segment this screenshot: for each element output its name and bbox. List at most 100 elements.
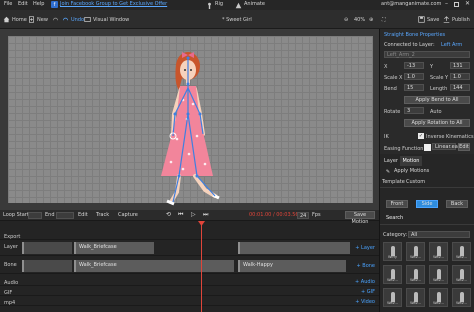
motion-thumbnail[interactable]: Wav... [406, 265, 425, 284]
document-title: * Sweet Girl [222, 14, 252, 25]
redo-button[interactable] [52, 14, 59, 25]
ik-checkbox[interactable]: ✓ [418, 133, 424, 139]
undo-button[interactable]: Undo [62, 14, 84, 25]
promo-link[interactable]: Join Facebook Group to Get Exclusive Off… [60, 2, 167, 7]
zoom-in-button[interactable]: ⊕ [369, 14, 373, 25]
add-track-button[interactable]: + Video [355, 299, 375, 305]
scale-x-field[interactable]: 1.0 [404, 73, 424, 80]
motion-thumbnail[interactable]: Wiffy [383, 242, 402, 261]
track-row-layer[interactable]: Layer + Layer Walk_Briefcase [0, 240, 379, 256]
motion-thumbnail[interactable]: Wav... [406, 242, 425, 261]
tab-motion[interactable]: Motion [400, 156, 422, 166]
add-track-button[interactable]: + Audio [355, 279, 375, 285]
prev-frame-icon[interactable]: ⏮ [178, 212, 183, 218]
motion-clip[interactable]: Walk_Briefcase [74, 242, 154, 254]
fps-field[interactable]: 24 [297, 212, 309, 219]
track-row-mp4[interactable]: mp4 + Video [0, 296, 379, 306]
custom-tab[interactable]: Custom [406, 180, 425, 185]
track-row-export[interactable]: Export [0, 230, 379, 240]
motion-thumbnail[interactable]: Wav... [429, 288, 448, 307]
apply-motions-label[interactable]: Apply Motions [394, 169, 429, 174]
motion-thumbnail[interactable]: Wav... [452, 242, 471, 261]
publish-button[interactable]: Publish [443, 14, 470, 25]
motion-thumbnail[interactable]: Wav... [429, 242, 448, 261]
motion-thumbnail[interactable]: Wav... [383, 288, 402, 307]
track-row-gif[interactable]: GIF + GIF [0, 286, 379, 296]
auto-label[interactable]: Auto [430, 109, 442, 115]
menu-edit[interactable]: Edit [18, 2, 28, 7]
loop-icon[interactable]: ⟲ [166, 212, 171, 218]
timeline-edit-button[interactable]: Edit [78, 213, 88, 218]
menu-file[interactable]: File [4, 2, 12, 7]
bone-properties-panel: Straight Bone Properties Connected to La… [379, 29, 474, 154]
capture-button[interactable]: Capture [118, 213, 138, 218]
scale-y-field[interactable]: 1.0 [450, 73, 470, 80]
fit-button[interactable]: ⛶ [382, 14, 386, 25]
easing-edit-button[interactable]: Edit [458, 143, 470, 151]
motion-clip[interactable] [238, 242, 350, 254]
save-motion-button[interactable]: Save Motion [345, 211, 375, 225]
motion-clip[interactable]: Walk_Briefcase [74, 260, 234, 272]
zoom-out-button[interactable]: ⊖ [344, 14, 348, 25]
save-button[interactable]: Save [418, 14, 439, 25]
apply-bend-button[interactable]: Apply Bend to All [404, 96, 470, 104]
motion-thumbnail[interactable]: Wav... [429, 265, 448, 284]
minimize-icon[interactable]: – [445, 1, 448, 7]
account-email[interactable]: ant@manganimate.com [381, 2, 441, 7]
loop-start-field[interactable] [28, 212, 42, 219]
apply-rotation-button[interactable]: Apply Rotation to All [404, 119, 470, 127]
add-track-button[interactable]: + Layer [355, 245, 375, 251]
motion-thumbnail[interactable]: Wav... [383, 265, 402, 284]
connected-label: Connected to Layer: [384, 42, 435, 48]
view-front-button[interactable]: Front [386, 200, 408, 208]
y-field[interactable]: 131 [450, 62, 470, 69]
bend-field[interactable]: 15 [404, 84, 424, 91]
rotate-field[interactable]: 3 [404, 107, 424, 114]
end-field[interactable] [56, 212, 74, 219]
category-select[interactable]: All [408, 231, 470, 238]
motion-clip[interactable] [22, 242, 72, 254]
playhead[interactable] [201, 221, 202, 312]
character-figure[interactable] [143, 44, 233, 206]
menu-help[interactable]: Help [33, 2, 44, 7]
facebook-icon: f [51, 1, 58, 8]
panel-title: Straight Bone Properties [384, 32, 446, 38]
zoom-level[interactable]: 40% [354, 14, 365, 25]
playhead-handle-icon[interactable] [198, 221, 205, 226]
add-track-button[interactable]: + GIF [361, 289, 375, 295]
end-label[interactable]: End [45, 213, 55, 218]
motion-clip[interactable]: Walk-Happy [238, 260, 346, 272]
motion-thumbnail[interactable]: Wav... [406, 288, 425, 307]
play-icon[interactable]: ▷ [191, 212, 196, 218]
view-side-button[interactable]: Side [416, 200, 438, 208]
stage-canvas[interactable] [8, 36, 373, 206]
next-frame-icon[interactable]: ⏭ [203, 212, 208, 218]
motion-clip[interactable] [22, 260, 72, 272]
loop-start-label[interactable]: Loop Start [3, 213, 29, 218]
tab-layer[interactable]: Layer [382, 156, 400, 166]
new-button[interactable]: New [28, 14, 48, 25]
track-button[interactable]: Track [96, 213, 109, 218]
visual-window-button[interactable]: Visual Window [84, 14, 129, 25]
motion-thumbnail[interactable]: Wav... [452, 288, 471, 307]
motion-thumbnail-label: Wiffy [387, 255, 398, 259]
mode-animate[interactable]: Animate [244, 2, 265, 7]
track-row-bone[interactable]: Bone + Bone Walk_Briefcase Walk-Happy [0, 258, 379, 274]
track-row-audio[interactable]: Audio + Audio [0, 276, 379, 286]
rig-icon [205, 1, 213, 9]
x-field[interactable]: -13 [404, 62, 424, 69]
undo-icon [63, 17, 68, 21]
view-back-button[interactable]: Back [446, 200, 468, 208]
template-tab[interactable]: Template [382, 180, 405, 185]
connected-value[interactable]: Left Arm [441, 43, 462, 48]
maximize-icon[interactable] [454, 2, 459, 7]
close-icon[interactable]: ✕ [465, 1, 470, 7]
easing-field[interactable]: Linear.ea [432, 143, 458, 150]
bone-name-field[interactable]: Left_Arm_2 [384, 51, 470, 58]
home-button[interactable]: Home [3, 14, 27, 25]
add-track-button[interactable]: + Bone [356, 263, 375, 269]
search-label[interactable]: Search [386, 216, 403, 221]
length-field[interactable]: 144 [450, 84, 470, 91]
motion-thumbnail[interactable]: Wav... [452, 265, 471, 284]
mode-rig[interactable]: Rig [215, 2, 223, 7]
